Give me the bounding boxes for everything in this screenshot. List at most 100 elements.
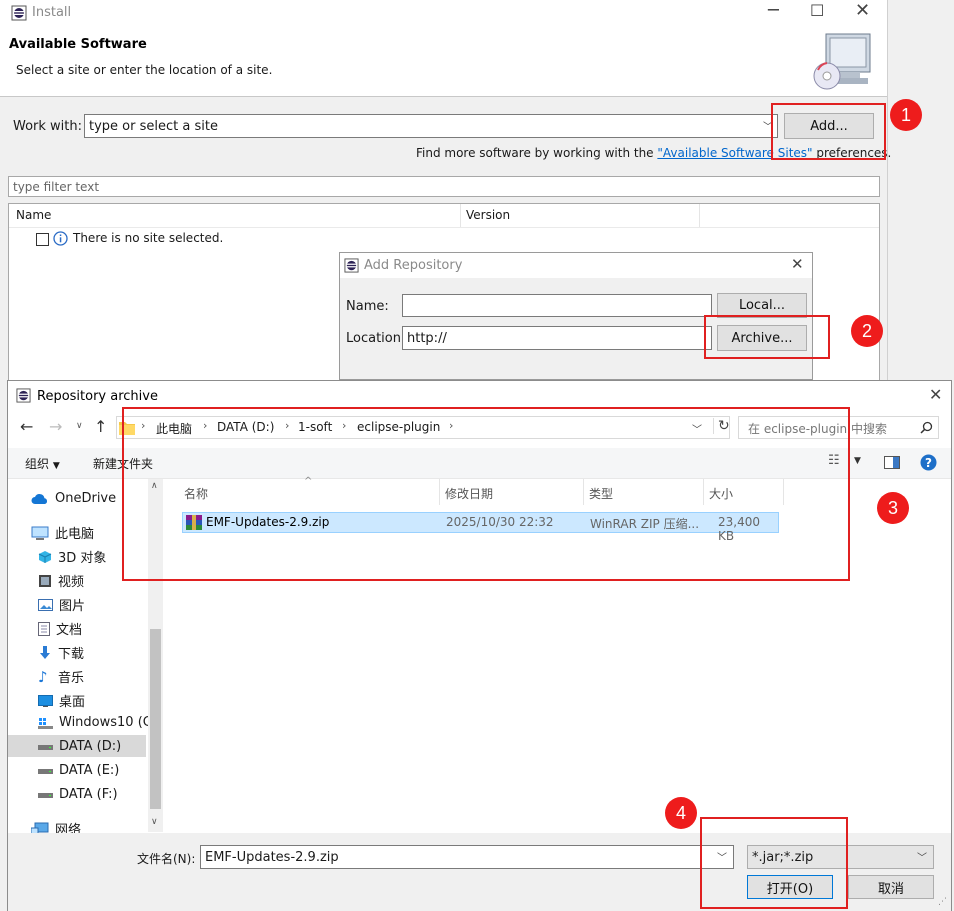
- drive-icon: [38, 792, 53, 798]
- column-header-name[interactable]: Name: [16, 208, 51, 222]
- scroll-thumb[interactable]: [150, 629, 161, 809]
- music-icon: ♪: [38, 667, 48, 686]
- document-icon: [38, 621, 50, 636]
- nav-item-data-d[interactable]: DATA (D:): [38, 739, 121, 754]
- column-separator: [699, 204, 700, 228]
- annotation-box-1: [771, 103, 886, 160]
- drive-windows-icon: [38, 717, 53, 729]
- caret-down-icon: ▼: [52, 461, 60, 471]
- info-icon: [53, 231, 68, 246]
- preview-pane-icon[interactable]: [884, 456, 900, 469]
- drive-icon: [38, 768, 53, 774]
- computer-icon: [31, 526, 49, 540]
- organize-button[interactable]: 组织 ▼: [25, 455, 60, 472]
- location-label: Location:: [346, 331, 406, 346]
- eclipse-icon: [344, 258, 359, 273]
- add-repo-titlebar: Add Repository ✕: [340, 253, 812, 278]
- help-icon[interactable]: ?: [920, 454, 937, 471]
- work-with-value: type or select a site: [89, 118, 218, 134]
- eclipse-icon: [11, 5, 27, 21]
- drive-icon: [38, 744, 53, 750]
- annotation-badge-3: 3: [877, 492, 909, 524]
- install-title: Install: [32, 5, 72, 20]
- filter-placeholder: type filter text: [13, 179, 100, 194]
- location-input[interactable]: http://: [402, 326, 712, 350]
- nav-item-pictures[interactable]: 图片: [38, 595, 85, 614]
- desktop-icon: [38, 694, 53, 707]
- header-divider: [9, 227, 879, 228]
- name-label: Name:: [346, 299, 389, 314]
- nav-item-onedrive[interactable]: OneDrive: [31, 491, 116, 506]
- nav-item-downloads[interactable]: 下载: [38, 643, 84, 662]
- minimize-button[interactable]: ─: [768, 0, 779, 21]
- eclipse-icon: [16, 388, 31, 403]
- name-input[interactable]: [402, 294, 712, 317]
- cancel-button-label: 取消: [877, 881, 904, 897]
- nav-item-label: DATA (E:): [59, 763, 120, 778]
- filename-label: 文件名(N):: [137, 852, 196, 866]
- nav-item-label: DATA (F:): [59, 787, 118, 802]
- page-subtitle: Select a site or enter the location of a…: [16, 63, 273, 77]
- work-with-label: Work with:: [13, 119, 83, 134]
- cloud-icon: [31, 493, 48, 504]
- monitor-cd-icon: [813, 33, 871, 90]
- nav-item-windows10-c[interactable]: Windows10 (C:: [38, 715, 156, 730]
- chevron-down-icon[interactable]: ∨: [76, 421, 83, 431]
- chevron-down-icon[interactable]: ﹀: [917, 849, 927, 864]
- location-value: http://: [407, 330, 447, 346]
- add-repo-title: Add Repository: [364, 258, 463, 273]
- nav-item-3d-objects[interactable]: 3D 对象: [38, 547, 106, 566]
- annotation-box-2: [704, 315, 830, 359]
- nav-item-documents[interactable]: 文档: [38, 619, 82, 638]
- file-dialog-title: Repository archive: [37, 389, 158, 404]
- column-header-version[interactable]: Version: [466, 208, 510, 222]
- work-with-combo[interactable]: type or select a site ﹀: [84, 114, 778, 138]
- video-icon: [39, 574, 51, 587]
- organize-label: 组织: [25, 457, 50, 471]
- nav-item-label: OneDrive: [55, 491, 117, 506]
- nav-item-this-pc[interactable]: 此电脑: [31, 523, 94, 542]
- search-icon: [920, 421, 933, 434]
- annotation-badge-1: 1: [890, 99, 922, 131]
- nav-item-desktop[interactable]: 桌面: [38, 691, 85, 710]
- nav-item-label: 文档: [56, 623, 83, 638]
- nav-item-label: DATA (D:): [59, 739, 122, 754]
- nav-item-label: 桌面: [59, 695, 86, 710]
- download-icon: [40, 645, 50, 659]
- filter-input[interactable]: type filter text: [8, 176, 880, 197]
- filename-input[interactable]: EMF-Updates-2.9.zip ﹀: [200, 845, 734, 869]
- local-button-label: Local...: [738, 298, 786, 313]
- nav-item-music[interactable]: ♪ 音乐: [38, 667, 84, 687]
- annotation-badge-4: 4: [665, 797, 697, 829]
- nav-item-label: 图片: [59, 599, 86, 614]
- column-separator: [460, 204, 461, 228]
- cube-icon: [38, 550, 52, 563]
- forward-arrow-icon[interactable]: →: [49, 417, 62, 436]
- nav-item-label: 此电脑: [55, 527, 95, 542]
- filename-value: EMF-Updates-2.9.zip: [205, 849, 339, 865]
- install-header: Available Software Select a site or ente…: [0, 26, 887, 97]
- row-checkbox[interactable]: [36, 233, 49, 246]
- annotation-box-4: [700, 817, 848, 909]
- annotation-badge-2: 2: [851, 315, 883, 347]
- close-button[interactable]: ✕: [929, 385, 942, 404]
- maximize-button[interactable]: ☐: [810, 1, 824, 20]
- page-title: Available Software: [9, 37, 147, 52]
- close-button[interactable]: ✕: [855, 0, 870, 21]
- scroll-down-icon[interactable]: ∨: [151, 817, 158, 827]
- picture-icon: [38, 598, 53, 611]
- close-button[interactable]: ✕: [791, 255, 804, 273]
- svg-text:?: ?: [925, 456, 932, 470]
- back-arrow-icon[interactable]: ←: [20, 417, 33, 436]
- up-arrow-icon[interactable]: ↑: [94, 417, 107, 436]
- nav-item-data-f[interactable]: DATA (F:): [38, 787, 118, 802]
- nav-item-label: 下载: [58, 647, 85, 662]
- caret-down-icon[interactable]: ▼: [854, 456, 861, 466]
- install-titlebar: Install ─ ☐ ✕: [0, 0, 887, 26]
- nav-item-videos[interactable]: 视频: [38, 571, 84, 590]
- resize-grip-icon[interactable]: ⋰: [938, 897, 947, 907]
- find-more-prefix: Find more software by working with the: [416, 146, 658, 160]
- cancel-button[interactable]: 取消: [848, 875, 934, 899]
- empty-message: There is no site selected.: [73, 231, 224, 245]
- nav-item-data-e[interactable]: DATA (E:): [38, 763, 119, 778]
